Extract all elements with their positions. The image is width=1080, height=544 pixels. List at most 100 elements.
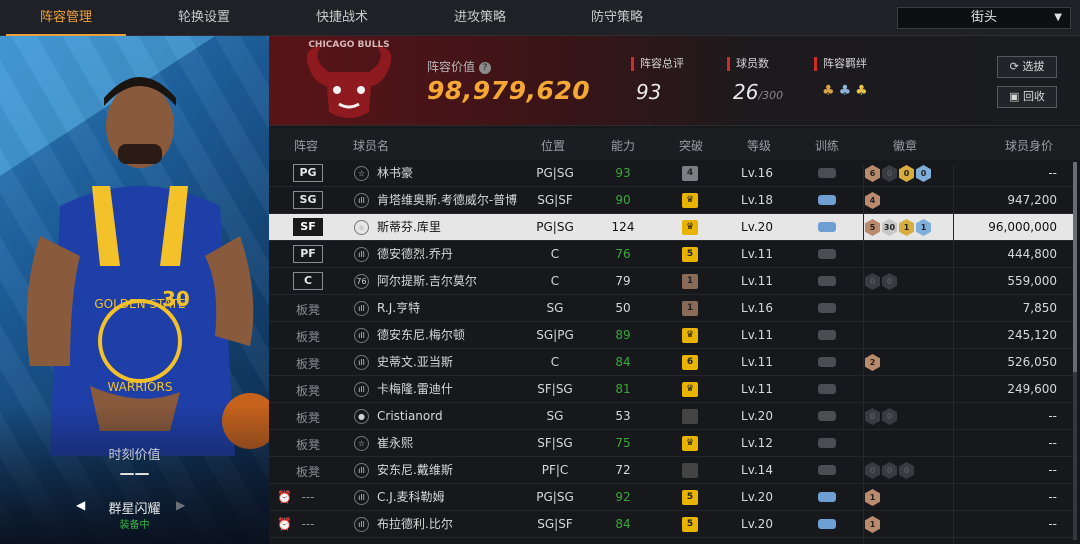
lineup-slot[interactable]: 板凳 (293, 301, 323, 318)
lineup-slot[interactable]: 板凳 (293, 436, 323, 453)
player-value: -- (1048, 409, 1057, 423)
player-type-icon: ● (354, 409, 369, 424)
player-value: 947,200 (1007, 193, 1057, 207)
training-icon (818, 195, 836, 205)
player-level: Lv.20 (741, 517, 773, 531)
badge-icon: 0 (882, 408, 897, 425)
player-ability: 124 (611, 220, 635, 234)
lineup-slot[interactable]: --- (293, 517, 323, 531)
player-name: 德安东尼.梅尔顿 (377, 328, 465, 342)
player-value: -- (1048, 436, 1057, 450)
training-icon (818, 465, 836, 475)
chemistry-icon-2: ♣ (838, 83, 856, 99)
top-nav: 阵容管理 轮换设置 快捷战术 进攻策略 防守策略 街头 ▼ (0, 0, 1080, 36)
training-icon (818, 276, 836, 286)
scrollbar-thumb[interactable] (1073, 162, 1077, 372)
player-position: SF|SG (537, 382, 573, 396)
tab-quick-tactics[interactable]: 快捷战术 (282, 0, 402, 36)
col-player-value[interactable]: 球员身价 (1005, 137, 1053, 154)
player-name: 卡梅隆.雷迪什 (377, 382, 453, 396)
breakthrough-icon: 5 (682, 247, 698, 262)
training-icon (818, 222, 836, 232)
player-ability: 84 (615, 355, 631, 369)
player-name: 安东尼.戴维斯 (377, 463, 453, 477)
breakthrough-icon: ♛ (682, 436, 698, 451)
player-type-icon: ıll (354, 355, 369, 370)
badge-icon: 0 (882, 165, 897, 182)
tab-offense-strategy[interactable]: 进攻策略 (420, 0, 540, 36)
col-level: 等级 (747, 139, 772, 153)
player-value: 7,850 (1022, 301, 1057, 315)
lineup-slot[interactable]: 板凳 (293, 409, 323, 426)
tab-lineup-management[interactable]: 阵容管理 (6, 0, 126, 36)
lineup-slot[interactable]: --- (293, 490, 323, 504)
player-position: SG (546, 301, 564, 315)
player-ability: 92 (615, 490, 631, 504)
player-name: 肯塔维奥斯.考德威尔-普博 (377, 193, 518, 207)
lineup-slot[interactable]: 板凳 (293, 463, 323, 480)
badge-icon: 0 (899, 462, 914, 479)
player-value: 526,050 (1007, 355, 1057, 369)
player-card-panel: GOLDEN STATE 30 WARRIORS 时刻价值 —— ◀ 群星闪耀 … (0, 36, 269, 544)
lineup-slot[interactable]: PG (293, 164, 323, 182)
breakthrough-icon: 5 (682, 517, 698, 532)
breakthrough-icon: ♛ (682, 220, 698, 235)
recycle-button[interactable]: ▣ 回收 (997, 86, 1057, 108)
next-skin-icon[interactable]: ▶ (176, 498, 185, 512)
breakthrough-icon: 4 (682, 166, 698, 181)
tab-rotation-settings[interactable]: 轮换设置 (144, 0, 264, 36)
badge-group: 5 30 1 1 (865, 219, 931, 236)
badge-icon: 0 (899, 165, 914, 182)
training-icon (818, 519, 836, 529)
chemistry-icons[interactable]: ♣♣♣ (822, 83, 872, 99)
player-name: 布拉德利.比尔 (377, 517, 453, 531)
player-level: Lv.11 (741, 355, 773, 369)
select-button[interactable]: ⟳ 选拔 (997, 56, 1057, 78)
lineup-slot[interactable]: 板凳 (293, 355, 323, 372)
player-level: Lv.11 (741, 328, 773, 342)
badge-icon: 5 (865, 219, 880, 236)
lineup-slot[interactable]: C (293, 272, 323, 290)
player-value: -- (1048, 490, 1057, 504)
badge-icon: 1 (916, 219, 931, 236)
lineup-slot[interactable]: SG (293, 191, 323, 209)
lineup-slot[interactable]: 板凳 (293, 382, 323, 399)
player-level: Lv.20 (741, 409, 773, 423)
lineup-slot[interactable]: 板凳 (293, 328, 323, 345)
mode-select[interactable]: 街头 ▼ (897, 7, 1071, 29)
team-logo-text: CHICAGO BULLS (308, 40, 390, 50)
tab-defense-strategy[interactable]: 防守策略 (557, 0, 677, 36)
training-icon (818, 384, 836, 394)
lineup-slot[interactable]: SF (293, 218, 323, 236)
badge-icon: 0 (916, 165, 931, 182)
badge-icon: 0 (865, 462, 880, 479)
chevron-down-icon: ▼ (1054, 12, 1062, 23)
alarm-clock-icon: ⏰ (277, 517, 292, 531)
player-name: C.J.麦科勒姆 (377, 490, 445, 504)
player-ability: 76 (615, 247, 631, 261)
breakthrough-icon: 5 (682, 490, 698, 505)
player-ability: 84 (615, 517, 631, 531)
col-breakthrough: 突破 (679, 139, 704, 153)
badge-icon: 1 (899, 219, 914, 236)
player-ability: 90 (615, 193, 631, 207)
lineup-header: CHICAGO BULLS 阵容价值? 98,979,620 阵容总评 93 球… (269, 36, 1080, 126)
help-icon[interactable]: ? (479, 61, 492, 74)
moment-value-label: 时刻价值 (108, 448, 161, 463)
training-icon (818, 303, 836, 313)
lineup-value-label: 阵容价值? (427, 58, 492, 75)
alarm-clock-icon: ⏰ (277, 490, 292, 504)
badge-icon: 1 (865, 489, 880, 506)
breakthrough-icon: ♛ (682, 193, 698, 208)
player-name: 阿尔提斯.吉尔莫尔 (377, 274, 477, 288)
player-name: 崔永熙 (377, 436, 414, 450)
overall-rating-value: 93 (636, 80, 662, 104)
lineup-slot[interactable]: PF (293, 245, 323, 263)
player-ability: 93 (615, 166, 631, 180)
player-ability: 53 (615, 409, 631, 423)
breakthrough-icon: 1 (682, 301, 698, 316)
player-level: Lv.11 (741, 247, 773, 261)
player-position: PF|C (541, 463, 569, 477)
col-ability[interactable]: 能力 (611, 137, 635, 154)
player-level: Lv.14 (741, 463, 773, 477)
